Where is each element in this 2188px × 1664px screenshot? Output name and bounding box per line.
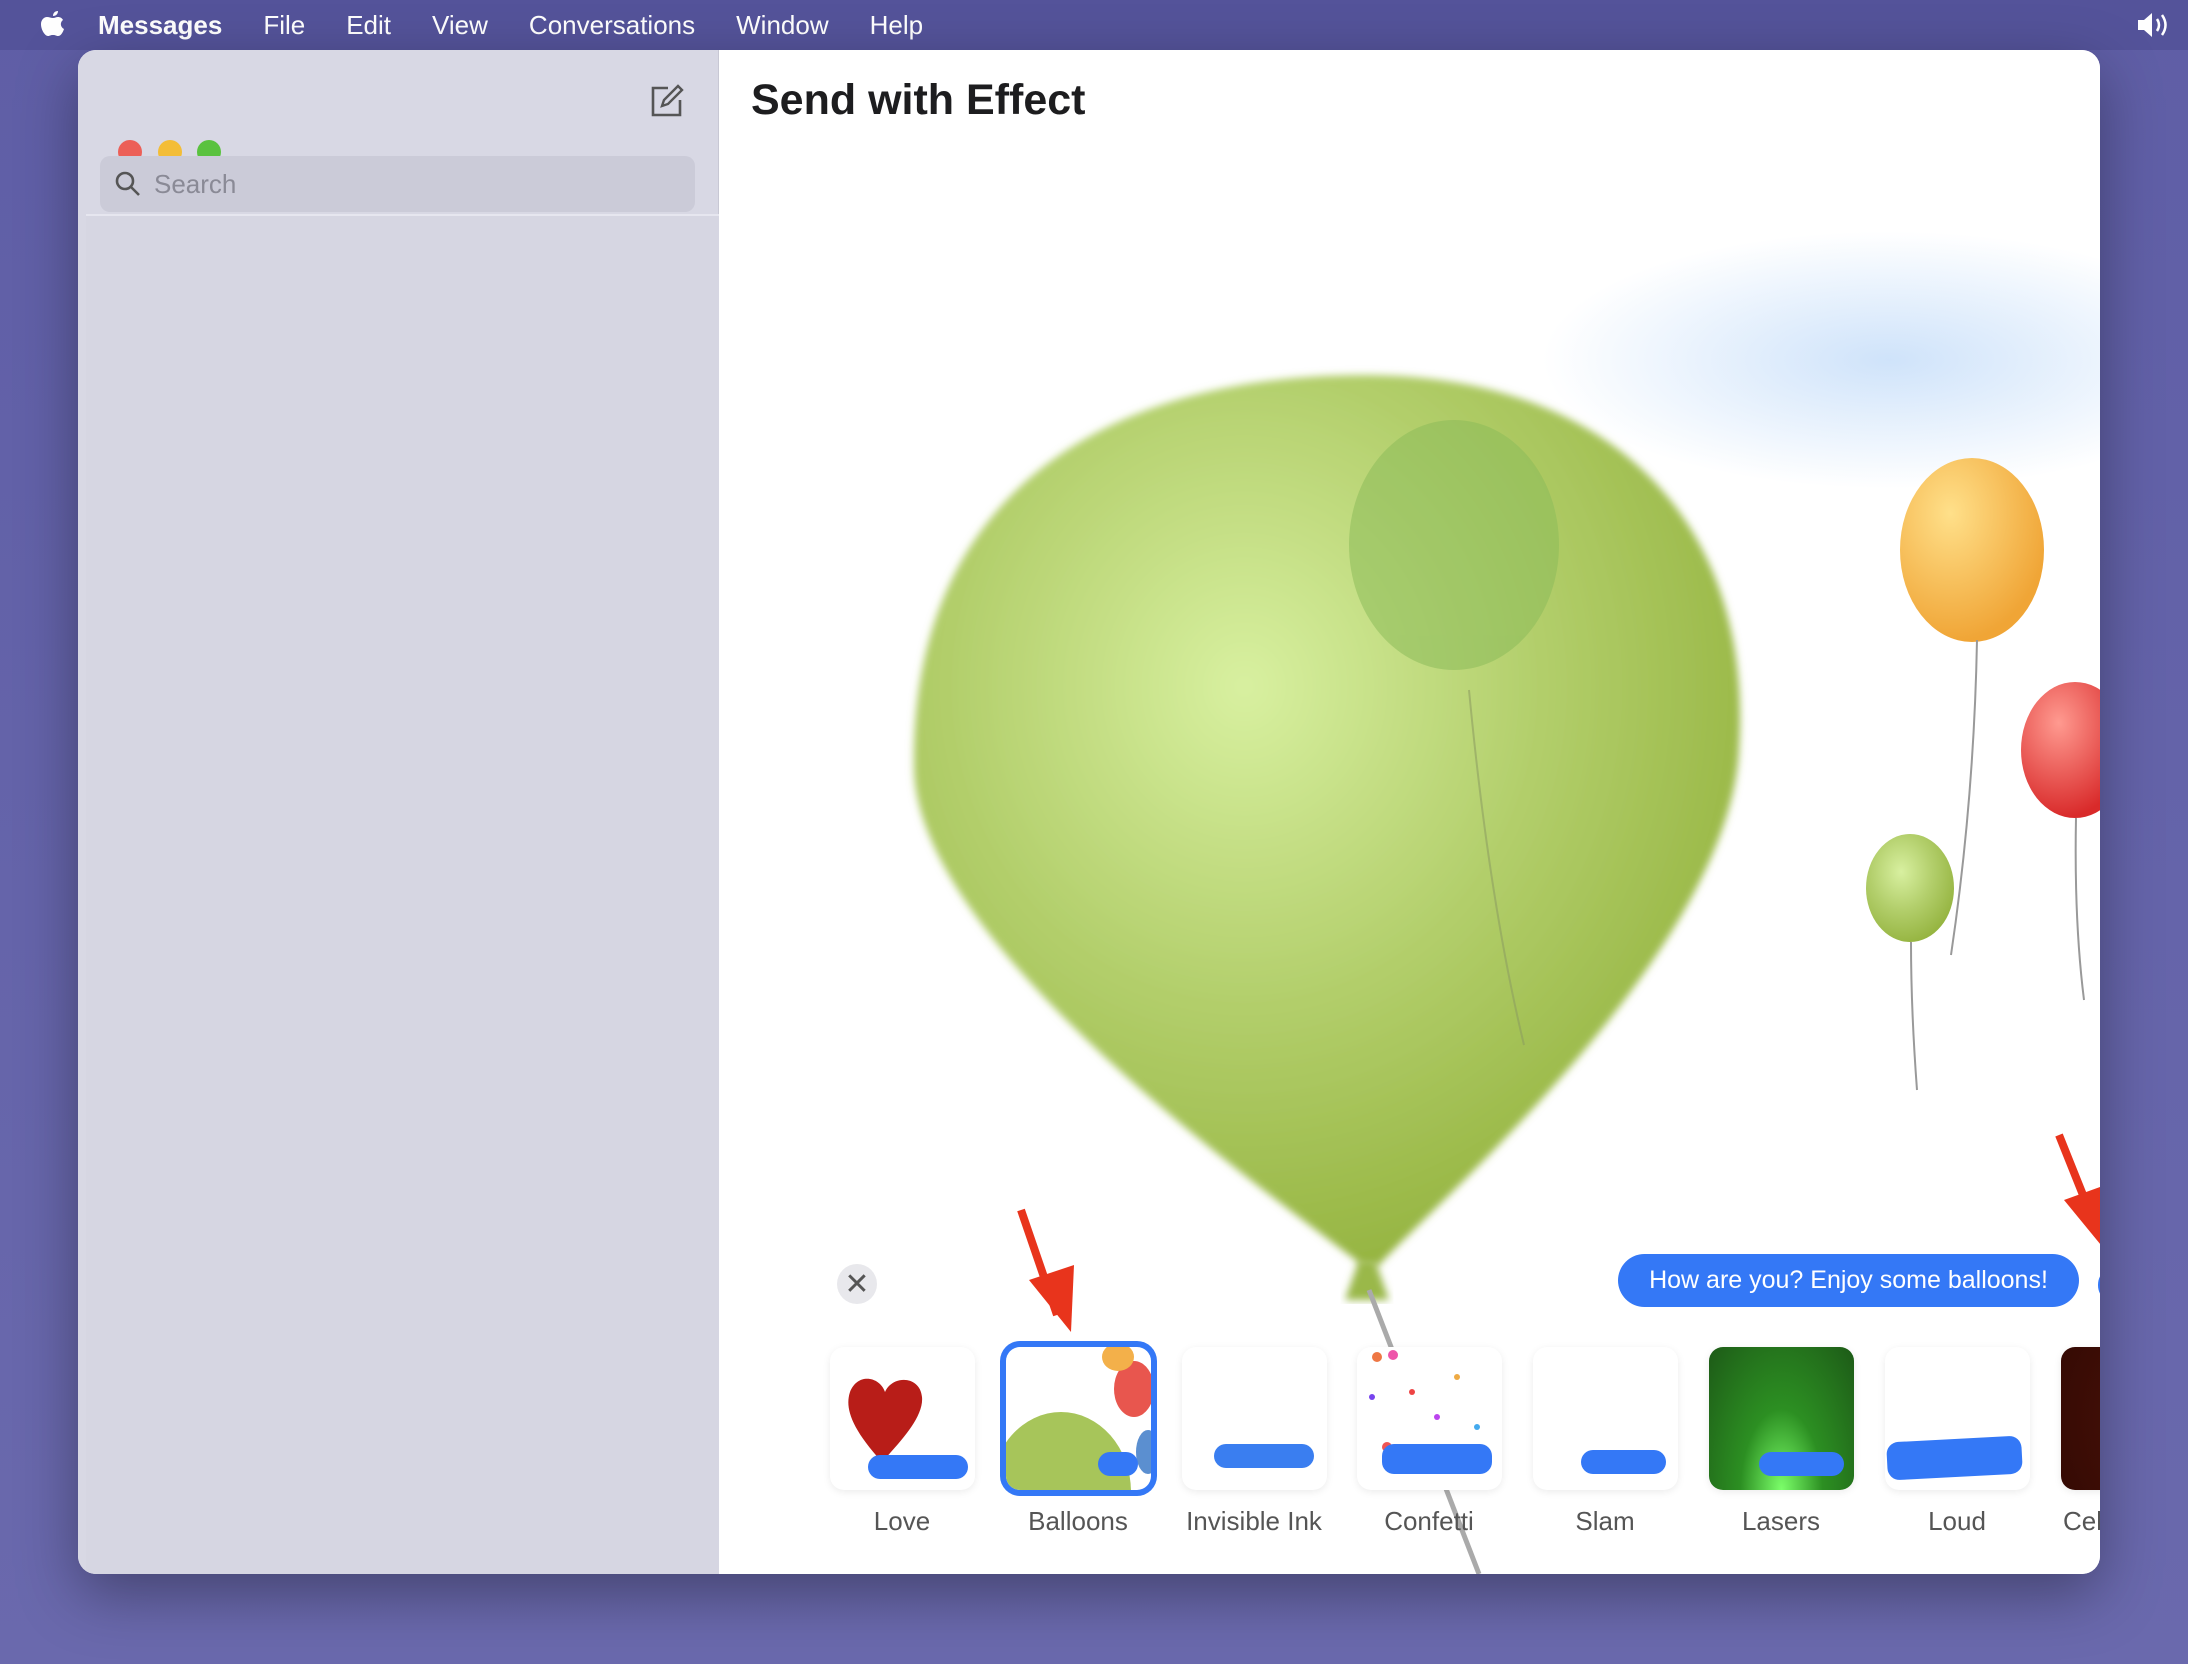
effect-tile-balloons[interactable] — [1006, 1347, 1151, 1490]
close-icon: ✕ — [844, 1267, 870, 1301]
effect-label-celebration: Celebration — [2063, 1506, 2100, 1536]
bubble-preview — [1382, 1444, 1492, 1474]
effect-tile-lasers[interactable] — [1709, 1347, 1854, 1490]
balloon-green-small — [1866, 834, 1954, 1091]
effect-label-slam: Slam — [1575, 1506, 1635, 1536]
apple-logo-icon[interactable] — [38, 9, 68, 41]
effect-label-lasers: Lasers — [1741, 1506, 1821, 1536]
bubble-preview — [1098, 1452, 1138, 1476]
menu-conversations[interactable]: Conversations — [529, 10, 695, 41]
bubble-preview — [1581, 1450, 1666, 1474]
effect-preview: Send with Effect ✕ How are you? Enjoy so… — [719, 50, 2100, 1574]
menu-messages[interactable]: Messages — [98, 10, 222, 41]
menu-file[interactable]: File — [263, 10, 305, 41]
message-bubble: How are you? Enjoy some balloons! — [1618, 1254, 2079, 1307]
effect-label-balloons: Balloons — [1028, 1506, 1128, 1536]
compose-icon[interactable] — [648, 84, 684, 120]
annotation-arrow-send — [2055, 1133, 2100, 1244]
annotation-arrow-balloons — [1017, 1208, 1074, 1332]
volume-icon[interactable] — [2134, 10, 2174, 40]
menu-edit[interactable]: Edit — [346, 10, 391, 41]
page-title: Send with Effect — [751, 76, 1086, 124]
effect-tile-confetti[interactable] — [1357, 1347, 1502, 1490]
conversation-list — [86, 214, 719, 1574]
bubble-preview — [1214, 1444, 1314, 1468]
balloons-animation — [913, 375, 2100, 1574]
effect-tile-love[interactable] — [830, 1347, 975, 1490]
effect-tile-invisible-ink[interactable] — [1182, 1347, 1327, 1490]
search-placeholder: Search — [154, 168, 237, 199]
effect-label-confetti: Confetti — [1384, 1506, 1474, 1536]
menu-help[interactable]: Help — [870, 10, 923, 41]
messages-window: Search Send with Effect ✕ How are you? E… — [78, 50, 2100, 1574]
cancel-effect-button[interactable]: ✕ — [837, 1264, 877, 1304]
bubble-preview — [868, 1455, 968, 1479]
menu-window[interactable]: Window — [736, 10, 828, 41]
balloon-red — [2021, 682, 2100, 1001]
menu-bar: Messages File Edit View Conversations Wi… — [0, 0, 2188, 50]
bubble-preview — [1886, 1435, 2023, 1481]
effect-label-loud: Loud — [1928, 1506, 1986, 1536]
effect-tile-slam[interactable] — [1533, 1347, 1678, 1490]
effect-label-invisible-ink: Invisible Ink — [1186, 1506, 1322, 1536]
search-field[interactable]: Search — [100, 156, 695, 212]
bubble-preview — [1759, 1452, 1844, 1476]
search-icon — [115, 171, 140, 196]
effect-tile-celebration[interactable] — [2061, 1347, 2100, 1490]
effect-label-love: Love — [873, 1506, 931, 1536]
sidebar: Search — [78, 50, 719, 1574]
effect-tile-loud[interactable] — [1885, 1347, 2030, 1490]
message-text: How are you? Enjoy some balloons! — [1649, 1266, 2048, 1294]
menu-view[interactable]: View — [432, 10, 488, 41]
